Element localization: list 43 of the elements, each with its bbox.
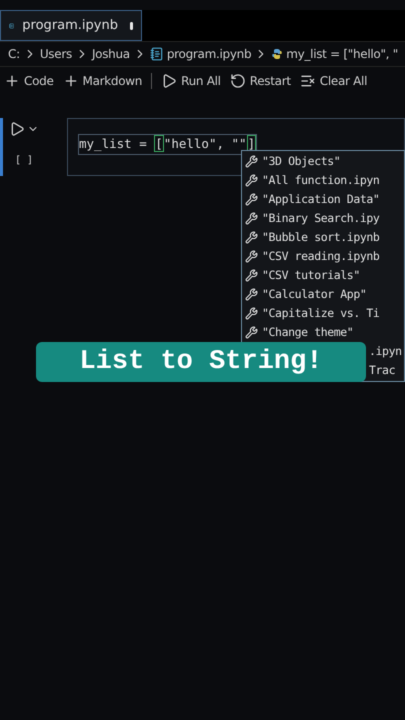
suggestion-item[interactable]: "Change theme" — [242, 323, 404, 342]
toolbar-button[interactable]: Code — [4, 72, 54, 90]
clear-icon — [300, 72, 316, 88]
suggestion-item[interactable]: "3D Objects" — [242, 152, 404, 171]
toolbar-button[interactable]: Clear All — [300, 72, 368, 90]
suggestion-item[interactable]: "CSV reading.ipynb — [242, 247, 404, 266]
wrench-icon — [245, 193, 258, 206]
notebook-icon — [150, 47, 164, 61]
run-cell-icon[interactable] — [9, 121, 25, 137]
breadcrumb-item[interactable]: Users — [40, 45, 72, 63]
restart-icon — [230, 72, 246, 88]
plus-icon — [62, 72, 79, 88]
suggestion-item[interactable]: "Calculator App" — [242, 285, 404, 304]
editor-tab[interactable]: program.ipynb — [0, 10, 142, 41]
caption-banner: List to String! — [36, 342, 366, 382]
plus-icon — [4, 72, 20, 88]
wrench-icon — [245, 269, 258, 282]
toolbar-button[interactable]: Run All — [161, 72, 221, 90]
suggestion-item[interactable]: .ipyn — [369, 342, 404, 361]
breadcrumb-item[interactable]: program.ipynb — [166, 45, 252, 63]
wrench-icon — [245, 326, 258, 339]
suggestion-item[interactable]: "CSV tutorials" — [242, 266, 404, 285]
suggestion-item[interactable]: "Bubble sort.ipynb — [242, 228, 404, 247]
python-icon — [271, 48, 284, 60]
toolbar-button[interactable]: Markdown — [62, 72, 142, 90]
wrench-icon — [245, 307, 258, 320]
suggestion-item[interactable]: "Application Data" — [242, 190, 404, 209]
wrench-icon — [245, 231, 258, 244]
wrench-icon — [245, 155, 258, 168]
wrench-icon — [245, 174, 258, 187]
wrench-icon — [245, 250, 258, 263]
play-icon — [161, 72, 178, 88]
suggestion-item[interactable]: Trac — [369, 361, 404, 380]
suggestion-item[interactable]: "Capitalize vs. Ti — [242, 304, 404, 323]
breadcrumb-item[interactable]: my_list = ["hello", " — [286, 45, 398, 63]
breadcrumb-item[interactable]: Joshua — [92, 45, 130, 63]
toolbar-button[interactable]: Restart — [230, 72, 291, 90]
wrench-icon — [245, 288, 258, 301]
wrench-icon — [245, 212, 258, 225]
execution-count: [ ] — [14, 154, 34, 168]
breadcrumb-item[interactable]: C: — [8, 45, 20, 63]
suggestion-item[interactable]: "Binary Search.ipy — [242, 209, 404, 228]
tab-title: program.ipynb — [22, 16, 118, 35]
